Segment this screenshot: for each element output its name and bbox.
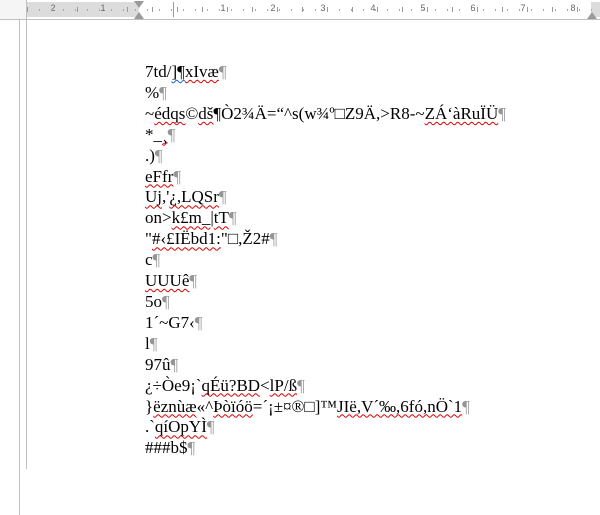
ruler-number: 8 (570, 3, 575, 13)
ruler-number: 5 (420, 3, 425, 13)
ruler-number: 2 (270, 3, 275, 13)
text-line[interactable]: UUUê¶ (145, 271, 590, 292)
text-line[interactable]: "#‹£IËbd1:"□,Ž2#¶ (145, 229, 590, 250)
right-indent-marker[interactable] (587, 12, 597, 19)
first-line-indent-marker[interactable] (134, 1, 144, 8)
text-line[interactable]: ###b$¶ (145, 438, 590, 459)
text-line[interactable]: %¶ (145, 83, 590, 104)
text-line[interactable]: 5o¶ (145, 292, 590, 313)
text-line[interactable]: }ëznùæ«^Þòïóö=´¡±¤®□]™JIë,V´‰,6fó,nÖ`1¶ (145, 397, 590, 418)
page-area: 7td/]¶xIvæ¶%¶~édqs©dš¶Ò2¾Ä=“^s(w¾º□Z9Ä,>… (20, 20, 600, 515)
text-line[interactable]: 97û¶ (145, 355, 590, 376)
ruler-number: 1 (100, 3, 105, 13)
text-line[interactable]: l¶ (145, 334, 590, 355)
text-line[interactable]: Uj,'¿,LQSr¶ (145, 187, 590, 208)
text-line[interactable]: 1´~G7‹¶ (145, 313, 590, 334)
document-text[interactable]: 7td/]¶xIvæ¶%¶~édqs©dš¶Ò2¾Ä=“^s(w¾º□Z9Ä,>… (145, 62, 590, 459)
text-line[interactable]: on>k£m_|tT¶ (145, 208, 590, 229)
document-page[interactable]: 7td/]¶xIvæ¶%¶~édqs©dš¶Ò2¾Ä=“^s(w¾º□Z9Ä,>… (26, 20, 600, 469)
text-line[interactable]: c¶ (145, 250, 590, 271)
text-line[interactable]: ~édqs©dš¶Ò2¾Ä=“^s(w¾º□Z9Ä,>R8-~ZÁʻàRuÏÜ¶ (145, 104, 590, 125)
hanging-indent-marker[interactable] (134, 12, 144, 19)
ruler-number: 4 (370, 3, 375, 13)
vertical-ruler (0, 20, 20, 515)
text-line[interactable]: .)¶ (145, 146, 590, 167)
horizontal-ruler: 21123456789 (0, 0, 600, 20)
text-line[interactable]: 7td/]¶xIvæ¶ (145, 62, 590, 83)
text-line[interactable]: *_¸¶ (145, 125, 590, 146)
ruler-number: 1 (220, 3, 225, 13)
text-line[interactable]: ¿÷Òe9¡`qÉü?BD<lP/ß¶ (145, 376, 590, 397)
text-line[interactable]: .`qíOpYÌ¶ (145, 417, 590, 438)
ruler-number: 3 (320, 3, 325, 13)
ruler-number: 2 (50, 3, 55, 13)
ruler-number: 7 (520, 3, 525, 13)
ruler-number: 6 (470, 3, 475, 13)
text-line[interactable]: eFfr¶ (145, 167, 590, 188)
